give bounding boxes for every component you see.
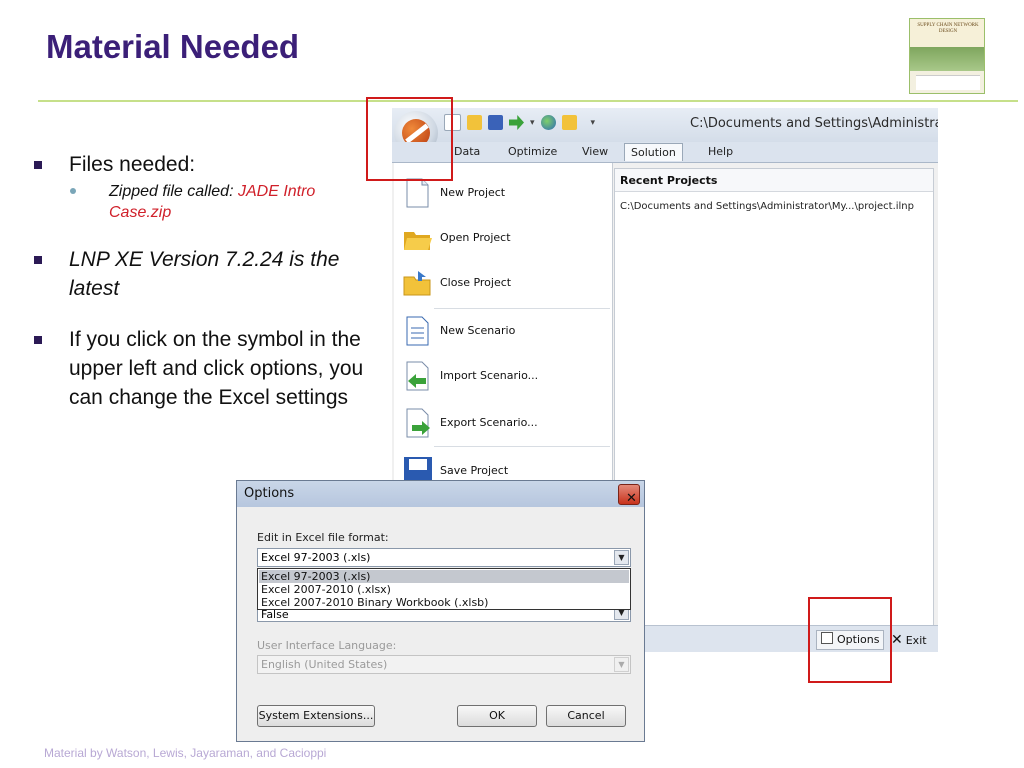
excel-format-select[interactable]: Excel 97-2003 (.xls) ▼	[257, 548, 631, 567]
customize-toolbar-icon[interactable]: ▾	[591, 118, 596, 128]
open-folder-icon	[402, 222, 432, 254]
bullet-list: Files needed: Zipped file called: JADE I…	[32, 150, 372, 412]
exit-button[interactable]: ✕ Exit	[886, 630, 932, 650]
exit-label: Exit	[905, 634, 927, 647]
new-document-icon	[402, 177, 432, 209]
menu-separator	[434, 446, 610, 447]
highlight-box-app-menu	[366, 97, 453, 181]
dialog-title-bar: Options ✕	[237, 481, 644, 507]
menu-item-label: Save Project	[440, 464, 509, 477]
tab-optimize[interactable]: Optimize	[502, 145, 563, 158]
import-arrow-icon	[402, 360, 432, 392]
ok-button[interactable]: OK	[457, 705, 537, 727]
chevron-down-icon[interactable]: ▼	[614, 657, 629, 672]
language-label: User Interface Language:	[257, 639, 397, 652]
window-title: C:\Documents and Settings\Administrat	[690, 116, 938, 131]
run-arrow-icon[interactable]	[509, 115, 524, 130]
dropdown-option[interactable]: Excel 97-2003 (.xls)	[259, 570, 629, 583]
system-extensions-button[interactable]: System Extensions...	[257, 705, 375, 727]
recent-projects-header: Recent Projects	[615, 169, 933, 192]
recent-projects-panel: Recent Projects C:\Documents and Setting…	[614, 168, 934, 627]
slide-title: Material Needed	[46, 28, 300, 65]
tab-data[interactable]: Data	[448, 145, 486, 158]
close-icon: ✕	[626, 491, 637, 506]
book-cover-image: SUPPLY CHAIN NETWORK DESIGN	[909, 18, 985, 94]
menu-separator	[434, 308, 610, 309]
folder-icon[interactable]	[561, 115, 577, 130]
menu-item-label: New Scenario	[440, 324, 516, 337]
dropdown-option[interactable]: Excel 2007-2010 Binary Workbook (.xlsb)	[259, 596, 629, 609]
menu-item-label: Close Project	[440, 276, 512, 289]
title-divider	[38, 100, 1018, 102]
options-dialog: Options ✕ Edit in Excel file format: Exc…	[236, 480, 645, 742]
title-bar: ▾ ▾ C:\Documents and Settings\Administra…	[392, 108, 938, 142]
tab-solution[interactable]: Solution	[624, 143, 683, 161]
menu-item-import-scenario[interactable]: Import Scenario...	[400, 356, 608, 396]
menu-bar: Data Optimize View Solution Help	[392, 142, 938, 163]
chevron-down-icon[interactable]: ▼	[614, 550, 629, 565]
bullet-item: Files needed:	[32, 150, 372, 179]
recent-projects-title: Recent Projects	[620, 174, 718, 187]
dropdown-caret-icon[interactable]: ▾	[530, 118, 535, 128]
excel-format-label: Edit in Excel file format:	[257, 531, 389, 544]
bullet-square-icon	[34, 336, 42, 344]
bullet-dot-icon	[70, 188, 76, 194]
globe-icon[interactable]	[540, 115, 556, 130]
cancel-button[interactable]: Cancel	[546, 705, 626, 727]
dropdown-option[interactable]: Excel 2007-2010 (.xlsx)	[259, 583, 629, 596]
book-cover-strip	[916, 75, 980, 90]
menu-item-new-scenario[interactable]: New Scenario	[400, 311, 608, 351]
bullet-square-icon	[34, 256, 42, 264]
open-folder-icon[interactable]	[467, 115, 482, 130]
book-cover-title: SUPPLY CHAIN NETWORK DESIGN	[917, 23, 979, 34]
tab-view[interactable]: View	[576, 145, 614, 158]
bullet-square-icon	[34, 161, 42, 169]
sub-bullet-item: Zipped file called: JADE Intro Case.zip	[32, 181, 372, 223]
close-folder-icon	[402, 267, 432, 299]
highlight-box-options	[808, 597, 892, 683]
sub-bullet-text: Zipped file called:	[109, 183, 238, 200]
bullet-item: LNP XE Version 7.2.24 is the latest	[32, 245, 372, 303]
excel-format-value: Excel 97-2003 (.xls)	[261, 551, 371, 564]
bullet-text: Files needed:	[69, 153, 196, 176]
dialog-title: Options	[244, 486, 295, 501]
language-value: English (United States)	[261, 658, 388, 671]
quick-access-toolbar: ▾ ▾	[444, 114, 595, 131]
tab-help[interactable]: Help	[702, 145, 739, 158]
menu-item-label: Open Project	[440, 231, 511, 244]
menu-item-label: Import Scenario...	[440, 369, 539, 382]
scenario-document-icon	[402, 315, 432, 347]
menu-item-open-project[interactable]: Open Project	[400, 218, 608, 258]
export-arrow-icon	[402, 407, 432, 439]
bullet-item: If you click on the symbol in the upper …	[32, 325, 372, 412]
dialog-close-button[interactable]: ✕	[618, 484, 640, 506]
menu-item-export-scenario[interactable]: Export Scenario...	[400, 403, 608, 443]
menu-item-label: New Project	[440, 186, 506, 199]
save-icon[interactable]	[488, 115, 503, 130]
close-icon: ✕	[891, 632, 903, 648]
menu-item-label: Export Scenario...	[440, 416, 538, 429]
bullet-text: LNP XE Version 7.2.24 is the latest	[69, 248, 340, 300]
slide-footer: Material by Watson, Lewis, Jayaraman, an…	[44, 746, 327, 760]
language-select[interactable]: English (United States) ▼	[257, 655, 631, 674]
menu-item-close-project[interactable]: Close Project	[400, 263, 608, 303]
bullet-text: If you click on the symbol in the upper …	[69, 328, 364, 409]
recent-project-item[interactable]: C:\Documents and Settings\Administrator\…	[620, 201, 914, 212]
excel-format-dropdown-list: Excel 97-2003 (.xls) Excel 2007-2010 (.x…	[257, 568, 631, 610]
